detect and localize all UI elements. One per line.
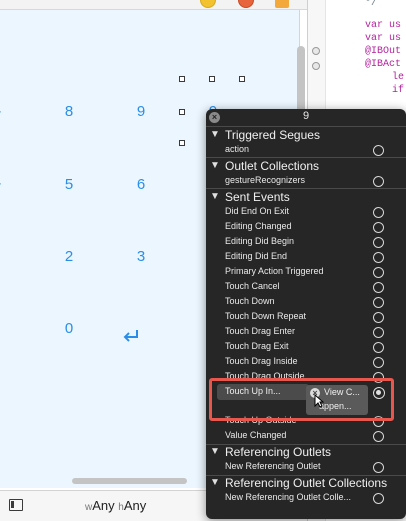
key-fragment: · <box>0 104 2 118</box>
disclosure-triangle-icon[interactable]: ▼ <box>210 160 220 171</box>
connection-circle-icon[interactable] <box>373 327 384 338</box>
connection-circle-icon[interactable] <box>373 282 384 293</box>
connection-circle-icon[interactable] <box>373 357 384 368</box>
code-line: */ <box>365 0 378 9</box>
connection-circle-icon[interactable] <box>373 431 384 442</box>
connection-row[interactable]: Editing Did Begin <box>206 235 406 250</box>
connection-circle-icon[interactable] <box>373 145 384 156</box>
section-referencing-outlet-collections[interactable]: ▼ Referencing Outlet Collections <box>206 476 406 490</box>
connection-circle-icon[interactable] <box>373 207 384 218</box>
connection-circle-icon[interactable] <box>373 222 384 233</box>
mouse-cursor-icon <box>314 394 324 408</box>
keypad-key-5[interactable]: 5 <box>59 176 79 193</box>
connection-circle-icon[interactable] <box>373 297 384 308</box>
connection-row[interactable]: Value Changed <box>206 429 406 444</box>
height-value: Any <box>123 498 147 513</box>
key-fragment: · <box>0 176 2 190</box>
code-line: var us <box>365 33 402 44</box>
disclosure-triangle-icon[interactable]: ▼ <box>210 191 220 202</box>
code-line: if <box>392 85 405 96</box>
connection-row[interactable]: Did End On Exit <box>206 205 406 220</box>
outlet-connection-icon[interactable] <box>312 62 320 70</box>
section-referencing-outlets[interactable]: ▼ Referencing Outlets <box>206 445 406 459</box>
connection-circle-icon[interactable] <box>373 342 384 353</box>
exit-icon[interactable] <box>275 0 289 8</box>
connection-row[interactable]: Touch Drag Enter <box>206 325 406 340</box>
outlet-connection-icon[interactable] <box>312 47 320 55</box>
keypad-key-9[interactable]: 9 <box>131 103 151 120</box>
connection-circle-icon[interactable] <box>373 493 384 504</box>
divider <box>206 126 406 127</box>
disclosure-triangle-icon[interactable]: ▼ <box>210 129 220 140</box>
return-arrow-icon[interactable] <box>121 328 141 344</box>
connection-row[interactable]: Touch Down <box>206 295 406 310</box>
resize-handle[interactable] <box>179 76 185 82</box>
connection-circle-icon[interactable] <box>373 252 384 263</box>
first-responder-icon[interactable] <box>238 0 254 8</box>
connection-row[interactable]: Touch Down Repeat <box>206 310 406 325</box>
keypad-key-3[interactable]: 3 <box>131 248 151 265</box>
section-triggered-segues[interactable]: ▼ Triggered Segues <box>206 128 406 142</box>
popover-title: 9 <box>302 110 310 122</box>
section-outlet-collections[interactable]: ▼ Outlet Collections <box>206 159 406 173</box>
popover-header: × 9 <box>206 109 406 125</box>
code-line: @IBOut <box>365 46 402 57</box>
connection-circle-icon[interactable] <box>373 237 384 248</box>
target-name: View C... <box>324 387 360 397</box>
touch-up-inside-row[interactable]: Touch Up In... <box>217 384 309 400</box>
resize-handle[interactable] <box>179 109 185 115</box>
section-sent-events[interactable]: ▼ Sent Events <box>206 190 406 204</box>
view-controller-icon[interactable] <box>200 0 216 8</box>
connection-row[interactable]: action <box>206 143 406 158</box>
connection-row[interactable]: Primary Action Triggered <box>206 265 406 280</box>
connection-circle-icon[interactable] <box>373 267 384 278</box>
keypad-key-0[interactable]: 0 <box>59 320 79 337</box>
width-value: Any <box>92 498 115 513</box>
connection-circle-icon[interactable] <box>373 176 384 187</box>
keypad-key-8[interactable]: 8 <box>59 103 79 120</box>
connections-popover: × 9 ▼ Triggered Segues action ▼ Outlet C… <box>206 109 406 519</box>
code-line: var us <box>365 20 402 31</box>
size-class-control[interactable]: wAny hAny <box>85 498 146 513</box>
connected-circle-icon[interactable] <box>373 387 385 399</box>
divider <box>206 157 406 158</box>
connection-row[interactable]: Touch Drag Inside <box>206 355 406 370</box>
scene-dock <box>0 0 307 10</box>
disclosure-triangle-icon[interactable]: ▼ <box>210 477 220 488</box>
keypad-key-6[interactable]: 6 <box>131 176 151 193</box>
connection-row[interactable]: New Referencing Outlet <box>206 460 406 475</box>
code-line: @IBAct <box>365 59 402 70</box>
resize-handle[interactable] <box>239 76 245 82</box>
connection-row[interactable]: gestureRecognizers <box>206 174 406 189</box>
connection-circle-icon[interactable] <box>373 462 384 473</box>
resize-handle[interactable] <box>179 140 185 146</box>
keypad-key-2[interactable]: 2 <box>59 248 79 265</box>
connection-row[interactable]: Touch Drag Exit <box>206 340 406 355</box>
document-outline-icon[interactable] <box>9 499 23 511</box>
disclosure-triangle-icon[interactable]: ▼ <box>210 446 220 457</box>
code-line: le <box>392 72 405 83</box>
connection-row[interactable]: Touch Cancel <box>206 280 406 295</box>
divider <box>206 188 406 189</box>
resize-handle[interactable] <box>209 76 215 82</box>
horizontal-scrollbar[interactable] <box>72 478 187 484</box>
connection-row[interactable]: Editing Did End <box>206 250 406 265</box>
connection-row[interactable]: New Referencing Outlet Colle... <box>206 491 406 506</box>
connection-circle-icon[interactable] <box>373 312 384 323</box>
connection-row[interactable]: Editing Changed <box>206 220 406 235</box>
